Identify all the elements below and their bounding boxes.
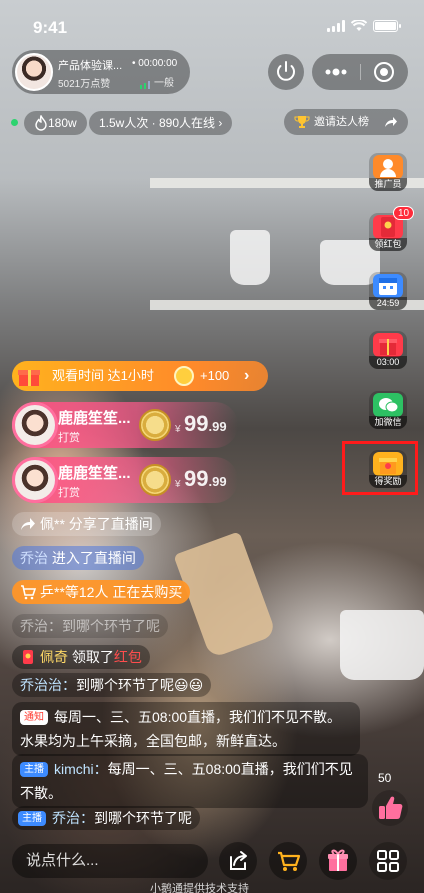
currency-symbol: ¥ — [175, 479, 181, 490]
chat-share-message: 佩** 分享了直播间 — [12, 512, 161, 536]
chat-redpacket-message: 佩奇 领取了红包 — [12, 645, 150, 669]
tool-promoter-button[interactable]: 推广员 — [369, 153, 407, 191]
reward-message: 鹿鹿笙笙... 打赏 ¥ 99.99 — [12, 402, 238, 448]
anchor-tag: 主播 — [20, 762, 48, 777]
cup — [230, 230, 270, 285]
share-arrow-icon — [385, 117, 397, 127]
promoter-icon — [373, 155, 403, 179]
tool-gift-timer-button[interactable]: 03:00 — [369, 331, 407, 369]
more-button[interactable] — [312, 54, 360, 90]
anchor-card[interactable]: 产品体验课... • 00:00:00 5021万点赞 一般 — [12, 50, 190, 94]
share-icon — [230, 851, 247, 870]
tool-label: 加微信 — [369, 416, 407, 429]
cart-button[interactable] — [269, 842, 307, 880]
like-count: 5021万点赞 — [58, 79, 111, 90]
gift-icon — [18, 370, 40, 386]
more-dots-icon — [325, 68, 347, 76]
chat-anchor-message: 主播 kimchi：每周一、三、五08:00直播，我们们不见不散。 — [12, 754, 368, 808]
live-duration: • 00:00:00 — [132, 58, 178, 69]
power-button[interactable] — [268, 54, 304, 90]
close-miniprogram-button[interactable] — [360, 54, 408, 90]
status-bar: 9:41 — [0, 0, 424, 50]
chevron-right-icon: › — [218, 116, 223, 130]
watch-reward-value: +100 — [200, 368, 230, 383]
calendar-icon — [373, 274, 403, 298]
gift-box-icon — [373, 333, 403, 357]
watch-time-text: 观看时间 达1小时 — [52, 368, 154, 383]
tool-schedule-button[interactable]: 24:59 — [369, 272, 407, 310]
thumbs-up-icon — [379, 796, 403, 819]
status-icons — [327, 20, 401, 32]
avatar — [12, 402, 58, 448]
gift-icon — [328, 849, 348, 871]
reward-sender-name: 鹿鹿笙笙... — [58, 410, 131, 427]
trophy-icon — [294, 116, 310, 128]
avatar[interactable] — [15, 53, 53, 91]
viewer-stats-button[interactable]: 1.5w人次 · 890人在线 › — [89, 111, 233, 135]
chat-enter-message: 乔治 进入了直播间 — [12, 546, 144, 570]
cup — [340, 610, 424, 680]
reward-action: 打赏 — [58, 432, 80, 444]
like-button[interactable] — [372, 790, 408, 826]
chat-message: 乔治治：到哪个环节了呢😃😃 — [12, 673, 212, 697]
status-time: 9:41 — [33, 18, 68, 37]
tool-label: 推广员 — [369, 178, 407, 191]
tool-label: 03:00 — [369, 356, 407, 369]
cart-icon — [278, 851, 301, 871]
currency-symbol: ¥ — [175, 424, 181, 435]
chat-anchor-message: 主播 乔治：到哪个环节了呢 — [12, 806, 200, 830]
cellular-icon — [327, 20, 345, 32]
cart-icon — [21, 585, 36, 600]
red-envelope-icon — [23, 650, 33, 664]
medal-icon — [139, 409, 171, 441]
tech-support-footer: 小鹅通提供技术支持 — [150, 883, 249, 893]
chat-shopping-message: 乒**等12人 正在去购买 — [12, 580, 191, 604]
anchor-tag: 主播 — [18, 811, 46, 826]
reward-action: 打赏 — [58, 487, 80, 499]
reward-amount: 99.99 — [184, 466, 227, 491]
gift-button[interactable] — [319, 842, 357, 880]
invite-leaderboard-button[interactable]: 邀请达人榜 — [284, 109, 408, 135]
highlight-box — [342, 441, 418, 495]
more-apps-button[interactable] — [369, 842, 407, 880]
share-arrow-icon — [21, 518, 35, 530]
reward-message: 鹿鹿笙笙... 打赏 ¥ 99.99 — [12, 457, 238, 503]
notice-tag: 通知 — [20, 710, 48, 725]
battery-icon — [373, 20, 401, 32]
chat-notice-message: 通知 每周一、三、五08:00直播，我们们不见不散。水果均为上午采摘，全国包邮，新… — [12, 702, 360, 756]
wifi-icon — [351, 20, 367, 31]
chat-message: 乔治：到哪个环节了呢 — [12, 614, 168, 638]
like-count: 50 — [378, 771, 392, 785]
tool-wechat-button[interactable]: 加微信 — [369, 391, 407, 429]
chevron-right-icon: › — [244, 367, 250, 384]
tool-label: 领红包 — [369, 238, 407, 251]
share-button[interactable] — [219, 842, 257, 880]
reward-amount: 99.99 — [184, 411, 227, 436]
avatar — [12, 457, 58, 503]
flame-icon — [35, 115, 47, 131]
mini-program-capsule — [312, 54, 408, 90]
grid-icon — [377, 850, 399, 872]
watch-time-banner[interactable]: 观看时间 达1小时 +100 › — [12, 361, 268, 391]
wechat-icon — [373, 393, 403, 417]
live-indicator — [11, 119, 18, 126]
hot-value: 180w — [24, 111, 87, 135]
reward-sender-name: 鹿鹿笙笙... — [58, 465, 131, 482]
live-title: 产品体验课... — [58, 60, 123, 72]
red-envelope-badge: 10 — [393, 206, 415, 220]
tool-label: 24:59 — [369, 297, 407, 310]
coin-icon — [174, 366, 194, 386]
power-icon — [277, 61, 295, 81]
medal-icon — [139, 464, 171, 496]
target-icon — [374, 62, 394, 82]
network-status: 一般 — [140, 74, 174, 89]
comment-input[interactable]: 说点什么... — [12, 844, 208, 878]
